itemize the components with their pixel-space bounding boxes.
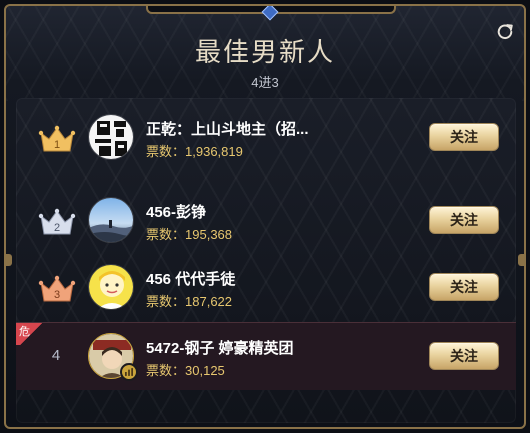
rank-number: 4 (51, 347, 61, 364)
follow-button[interactable]: 关注 (429, 273, 499, 301)
avatar[interactable] (88, 264, 134, 310)
follow-button[interactable]: 关注 (429, 342, 499, 370)
round-subtitle: 4进3 (251, 75, 279, 90)
ranking-row-1: 1 正乾：上山斗地主（招... 票数：1,936,819 关注 (16, 104, 516, 172)
follow-button[interactable]: 关注 (429, 206, 499, 234)
vote-count: 票数：187,622 (146, 294, 233, 309)
rank-number: 2 (54, 222, 60, 234)
follow-button[interactable]: 关注 (429, 123, 499, 151)
level-badge-icon (120, 363, 138, 381)
right-ornament (518, 254, 524, 266)
ranking-panel: 最佳男新人 4进3 1 正乾：上山斗地主（招... 票数：1,936,819 关… (4, 4, 526, 429)
silver-crown-icon: 2 (38, 208, 76, 235)
left-ornament (6, 254, 12, 266)
contestant-name: 456-彭铮 (146, 204, 207, 221)
ranking-row-3: 3 456 代代手徒 票数：187,622 关注 (16, 254, 516, 322)
vote-count: 票数：30,125 (146, 363, 225, 378)
danger-badge: 危 (16, 323, 46, 345)
gold-crown-icon: 1 (38, 125, 76, 152)
avatar[interactable] (88, 197, 134, 243)
contestant-name: 456 代代手徒 (146, 271, 236, 288)
contestant-name: 5472-钢子 婷豪精英团 (146, 340, 294, 357)
avatar[interactable] (88, 114, 134, 160)
vote-count: 票数：1,936,819 (146, 144, 243, 159)
page-title: 最佳男新人 (194, 37, 335, 67)
rank-number: 1 (54, 139, 60, 151)
contestant-name: 正乾：上山斗地主（招... (146, 121, 309, 138)
ranking-list: 1 正乾：上山斗地主（招... 票数：1,936,819 关注 2 456-彭铮… (16, 98, 516, 423)
vote-count: 票数：195,368 (146, 227, 233, 242)
ranking-row-4: 危 4 5472-钢子 婷豪精英团 票数：30,125 关注 (16, 322, 516, 390)
danger-label: 危 (19, 326, 30, 338)
bronze-crown-icon: 3 (38, 275, 76, 302)
ranking-row-2: 2 456-彭铮 票数：195,368 关注 (16, 187, 516, 255)
rank-number: 3 (54, 289, 60, 301)
refresh-icon[interactable] (496, 22, 514, 40)
